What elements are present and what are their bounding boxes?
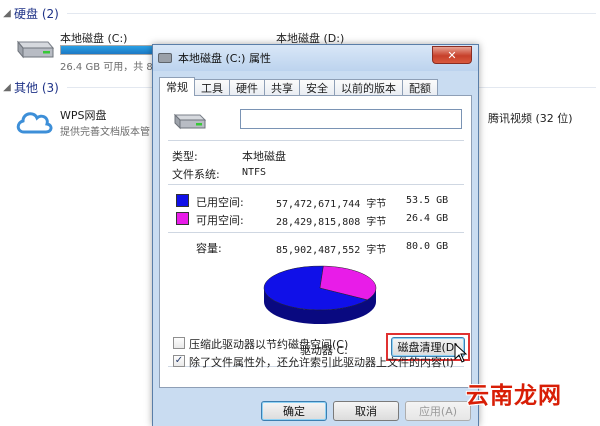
group-title: 其他 (3) [14,80,59,95]
collapse-chevron-icon[interactable]: ◢ [0,82,14,93]
used-space-size: 53.5 GB [406,195,449,206]
hard-drive-icon [173,113,206,130]
cloud-icon [16,112,53,134]
collapse-chevron-icon[interactable]: ◢ [0,8,14,19]
tab-security[interactable]: 安全 [299,79,335,96]
tab-quota[interactable]: 配额 [402,79,438,96]
mouse-cursor-icon [454,343,468,363]
drive-c-usage-fill [61,46,154,54]
tab-general[interactable]: 常规 [159,77,195,96]
free-space-swatch [176,212,189,225]
free-space-size: 26.4 GB [406,213,449,224]
compress-drive-label: 压缩此驱动器以节约磁盘空间(C) [189,338,349,351]
index-content-label: 除了文件属性外，还允许索引此驱动器上文件的内容(I) [189,356,454,369]
group-title: 硬盘 (2) [14,6,59,21]
disk-usage-pie-chart [263,265,377,324]
capacity-size: 80.0 GB [406,241,449,252]
dialog-title: 本地磁盘 (C:) 属性 [178,52,271,65]
compress-drive-checkbox[interactable] [173,337,185,349]
free-space-label: 可用空间: [196,214,244,227]
site-watermark: 云南龙网 [466,383,562,409]
tencent-video-name: 腾讯视频 (32 位) [488,112,573,125]
wps-name: WPS网盘 [60,109,107,122]
tencent-video-item[interactable]: 腾讯视频 (32 位) [488,110,598,128]
drive-c-name: 本地磁盘 (C:) [60,32,128,45]
drive-title-icon [158,53,172,63]
divider [168,232,464,233]
capacity-bytes: 85,902,487,552 字节 [276,245,387,256]
cancel-button[interactable]: 取消 [333,401,399,421]
volume-label-input[interactable] [240,109,462,129]
apply-button[interactable]: 应用(A) [405,401,471,421]
group-divider [66,12,596,14]
ok-button[interactable]: 确定 [261,401,327,421]
close-button[interactable]: ✕ [432,46,472,64]
tab-hardware[interactable]: 硬件 [229,79,265,96]
capacity-label: 容量: [196,242,222,255]
hard-disk-group-header[interactable]: ◢ 硬盘 (2) [0,4,600,22]
wps-cloud-item[interactable]: WPS网盘 提供完善文档版本管 [14,104,154,140]
filesystem-label: 文件系统: [172,168,220,181]
wps-description: 提供完善文档版本管 [60,127,150,138]
tab-tools[interactable]: 工具 [194,79,230,96]
properties-dialog: 本地磁盘 (C:) 属性 ✕ 常规 工具 硬件 共享 安全 以前的版本 配额 类… [152,44,479,426]
type-value: 本地磁盘 [242,150,286,163]
free-space-bytes: 28,429,815,808 字节 [276,217,387,228]
divider [168,184,464,185]
tab-previous-versions[interactable]: 以前的版本 [334,79,403,96]
hard-drive-icon [16,40,54,59]
used-space-label: 已用空间: [196,196,244,209]
index-content-checkbox[interactable]: ✓ [173,355,185,367]
used-space-swatch [176,194,189,207]
dialog-titlebar[interactable]: 本地磁盘 (C:) 属性 ✕ [153,45,478,71]
type-label: 类型: [172,150,198,163]
divider [168,140,464,141]
tab-strip: 常规 工具 硬件 共享 安全 以前的版本 配额 [159,77,438,96]
filesystem-value: NTFS [242,167,267,178]
tab-sharing[interactable]: 共享 [264,79,300,96]
used-space-bytes: 57,472,671,744 字节 [276,199,387,210]
